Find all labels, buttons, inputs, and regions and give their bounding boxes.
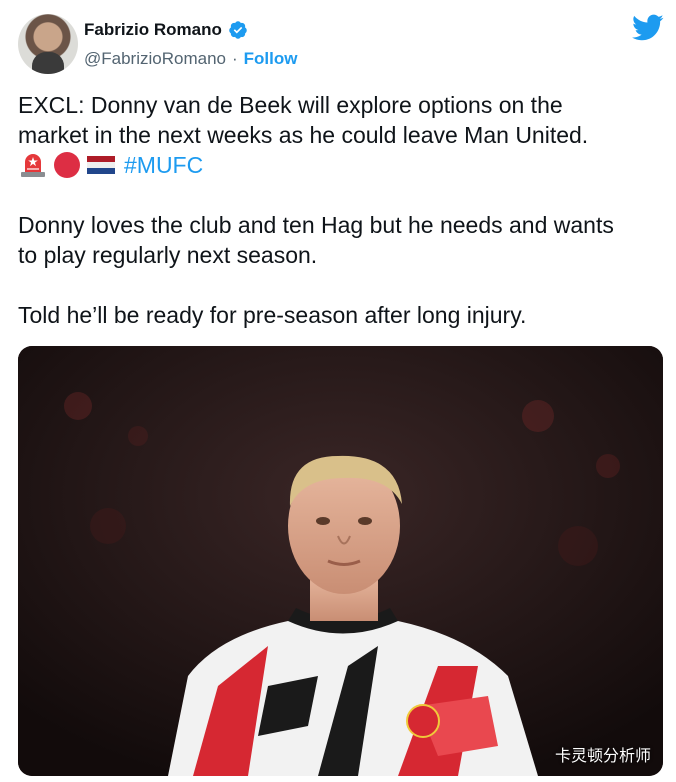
tweet-line-1: EXCL: Donny van de Beek will explore opt… <box>18 92 563 118</box>
tweet-line-2: market in the next weeks as he could lea… <box>18 122 589 148</box>
hashtag-link[interactable]: #MUFC <box>124 150 203 180</box>
netherlands-flag-icon <box>87 156 115 174</box>
tweet-text: EXCL: Donny van de Beek will explore opt… <box>18 90 668 330</box>
emoji-hashtag-row: #MUFC <box>18 150 668 180</box>
tweet-line-5: Told he’ll be ready for pre-season after… <box>18 302 527 328</box>
follow-button[interactable]: Follow <box>244 49 298 69</box>
watermark: 卡灵顿分析师 <box>554 746 651 765</box>
player-photo <box>18 346 663 776</box>
police-light-icon <box>21 154 45 177</box>
author-handle[interactable]: @FabrizioRomano <box>84 49 226 69</box>
author-handle-row: @FabrizioRomano · Follow <box>84 49 297 69</box>
separator-dot: · <box>231 49 238 68</box>
author-name[interactable]: Fabrizio Romano <box>84 20 222 40</box>
author-avatar[interactable] <box>18 14 78 74</box>
twitter-bird-icon[interactable] <box>632 14 664 42</box>
tweet-line-4: to play regularly next season. <box>18 242 318 268</box>
red-circle-icon <box>54 152 80 178</box>
author-name-row: Fabrizio Romano <box>84 20 248 40</box>
verified-badge-icon <box>229 21 247 39</box>
tweet-header: Fabrizio Romano @FabrizioRomano · Follow <box>0 0 676 90</box>
tweet-line-3: Donny loves the club and ten Hag but he … <box>18 212 614 238</box>
tweet-media-photo[interactable]: 卡灵顿分析师 <box>18 346 663 776</box>
